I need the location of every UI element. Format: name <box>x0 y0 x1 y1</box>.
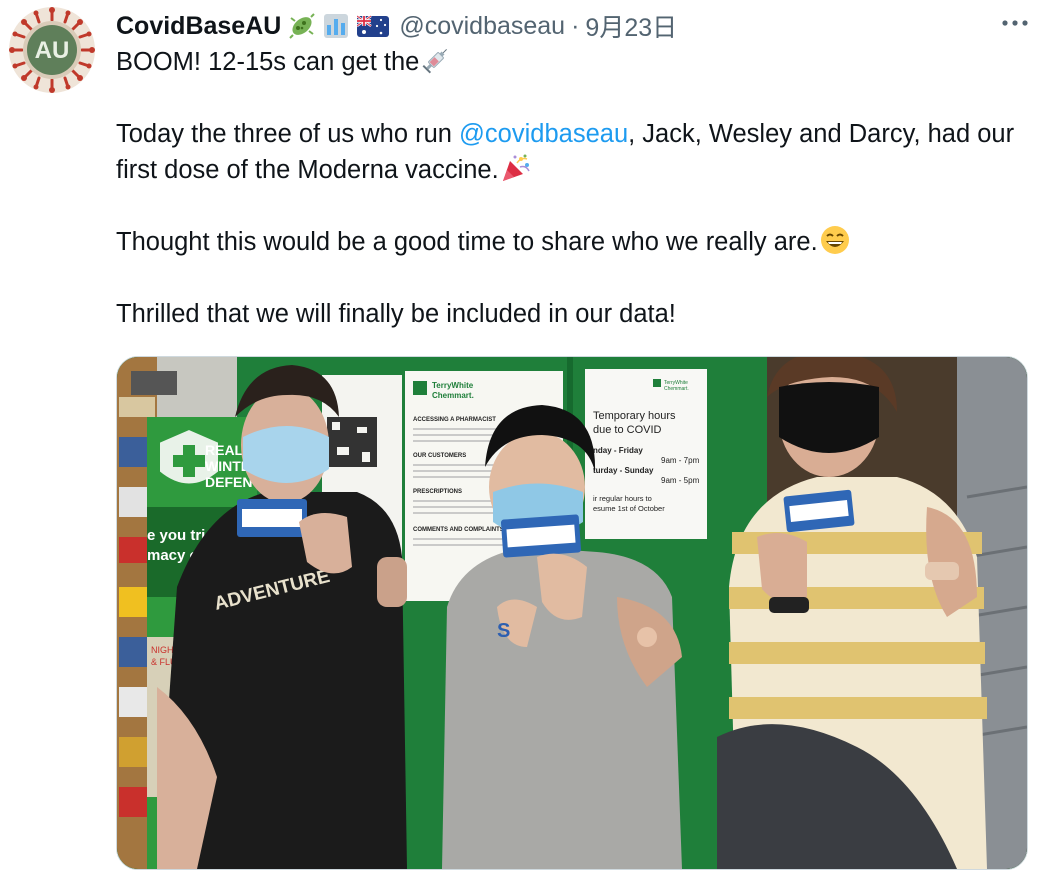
australian-flag-icon <box>357 13 390 39</box>
svg-text:Temporary hours: Temporary hours <box>593 410 676 422</box>
svg-text:Chemmart.: Chemmart. <box>664 386 689 392</box>
display-name[interactable]: CovidBaseAU <box>116 12 281 41</box>
tweet-header: CovidBaseAU @covidbaseau · 9月23日 <box>116 8 988 44</box>
svg-text:9am - 5pm: 9am - 5pm <box>661 476 700 485</box>
svg-text:OUR CUSTOMERS: OUR CUSTOMERS <box>413 453 466 459</box>
ellipsis-icon <box>1002 20 1028 26</box>
microbe-icon <box>289 13 316 39</box>
svg-text:9am - 7pm: 9am - 7pm <box>661 456 700 465</box>
user-handle[interactable]: @covidbaseau <box>399 12 565 41</box>
tweet-line-1: BOOM! 12-15s can get the <box>116 44 1026 80</box>
photo-image: REAL WINTE DEFEN e you trie macy or NIGH… <box>117 357 1027 869</box>
svg-text:Chemmart.: Chemmart. <box>432 391 474 400</box>
svg-text:PRESCRIPTIONS: PRESCRIPTIONS <box>413 489 462 495</box>
bar-chart-icon <box>323 13 349 39</box>
tweet-line-2-text: Today the three of us who run <box>116 120 460 148</box>
svg-text:AU: AU <box>35 37 70 64</box>
tweet-line-4: Thrilled that we will finally be include… <box>116 300 676 328</box>
avatar-image: AU <box>9 7 95 93</box>
svg-text:ACCESSING A PHARMACIST: ACCESSING A PHARMACIST <box>413 417 496 423</box>
party-popper-icon <box>501 153 531 183</box>
tweet-line-2: Today the three of us who run @covidbase… <box>116 116 1026 188</box>
avatar[interactable]: AU <box>8 6 96 94</box>
svg-text:ir regular hours to: ir regular hours to <box>593 494 652 503</box>
svg-text:esume 1st of October: esume 1st of October <box>593 504 665 513</box>
svg-text:turday - Sunday: turday - Sunday <box>593 466 654 475</box>
syringe-icon <box>421 45 451 75</box>
tweet-photo[interactable]: REAL WINTE DEFEN e you trie macy or NIGH… <box>116 356 1028 870</box>
grinning-face-icon <box>820 225 850 255</box>
svg-text:COMMENTS AND COMPLAINTS: COMMENTS AND COMPLAINTS <box>413 527 504 533</box>
mention-link[interactable]: @covidbaseau <box>459 120 628 148</box>
separator-dot: · <box>571 11 580 40</box>
tweet-line-3-text: Thought this would be a good time to sha… <box>116 228 818 256</box>
svg-text:nday - Friday: nday - Friday <box>593 446 643 455</box>
more-options-button[interactable] <box>996 8 1034 38</box>
tweet-text: BOOM! 12-15s can get the Today the three… <box>116 44 1026 332</box>
timestamp[interactable]: 9月23日 <box>585 8 677 44</box>
tweet-card: AU CovidBaseAU @covidbaseau · 9月23日 BOOM… <box>0 0 1048 880</box>
svg-text:DEFEN: DEFEN <box>205 474 252 490</box>
tweet-line-3: Thought this would be a good time to sha… <box>116 224 1026 260</box>
svg-text:due to COVID: due to COVID <box>593 424 662 436</box>
shirt-graphic: S <box>497 620 510 642</box>
svg-text:REAL: REAL <box>205 442 244 458</box>
tweet-line-1-text: BOOM! 12-15s can get the <box>116 48 420 76</box>
svg-text:TerryWhite: TerryWhite <box>432 381 474 390</box>
